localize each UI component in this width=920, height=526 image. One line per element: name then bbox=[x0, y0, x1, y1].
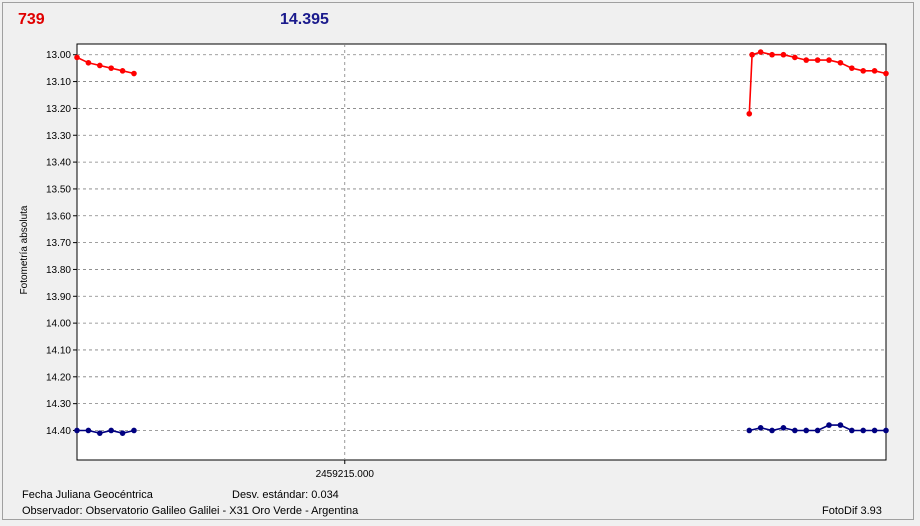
data-point bbox=[837, 422, 844, 428]
data-point bbox=[803, 57, 810, 63]
y-tick-label: 13.00 bbox=[46, 50, 71, 61]
data-point bbox=[757, 49, 764, 55]
data-point bbox=[860, 427, 867, 434]
data-point bbox=[769, 51, 775, 58]
data-point bbox=[769, 427, 775, 434]
observer-label: Observador: Observatorio Galileo Galilei… bbox=[22, 505, 359, 517]
data-point bbox=[814, 57, 821, 63]
data-point bbox=[131, 427, 137, 434]
data-point bbox=[883, 427, 889, 434]
data-point bbox=[108, 427, 114, 434]
data-point bbox=[792, 54, 798, 61]
data-point bbox=[85, 59, 92, 66]
y-tick-label: 13.10 bbox=[46, 77, 71, 88]
y-tick-label: 14.20 bbox=[46, 372, 71, 383]
data-point bbox=[826, 422, 832, 428]
data-point bbox=[746, 110, 753, 117]
y-tick-label: 14.00 bbox=[46, 319, 71, 330]
data-point bbox=[814, 427, 821, 434]
data-point bbox=[119, 430, 126, 436]
data-point bbox=[803, 427, 810, 434]
data-point bbox=[871, 427, 878, 434]
data-point bbox=[849, 427, 855, 434]
data-point bbox=[746, 427, 753, 434]
y-tick-label: 13.70 bbox=[46, 238, 71, 249]
data-point bbox=[883, 70, 889, 77]
y-tick-label: 13.60 bbox=[46, 211, 71, 222]
data-point bbox=[826, 57, 832, 63]
y-axis-label: Fotometría absoluta bbox=[19, 205, 30, 294]
data-point bbox=[780, 424, 787, 431]
data-point bbox=[74, 54, 80, 61]
std-dev-label: Desv. estándar: 0.034 bbox=[232, 489, 339, 501]
y-tick-label: 13.90 bbox=[46, 292, 71, 303]
x-axis-label: Fecha Juliana Geocéntrica bbox=[22, 489, 153, 501]
y-tick-labels: 13.00 13.10 13.20 13.30 13.40 13.50 13.60 13.70… bbox=[46, 50, 77, 437]
y-tick-label: 14.30 bbox=[46, 399, 71, 410]
data-point bbox=[96, 430, 103, 436]
data-point bbox=[780, 51, 787, 58]
y-tick-label: 14.40 bbox=[46, 426, 71, 437]
y-tick-label: 13.30 bbox=[46, 131, 71, 142]
y-tick-label: 13.40 bbox=[46, 158, 71, 169]
data-point bbox=[749, 51, 755, 58]
data-point bbox=[108, 65, 114, 71]
y-tick-label: 13.80 bbox=[46, 265, 71, 276]
data-point bbox=[849, 65, 855, 71]
y-tick-label: 13.50 bbox=[46, 184, 71, 195]
photometry-chart: 13.00 13.10 13.20 13.30 13.40 13.50 13.60 13.70… bbox=[19, 43, 889, 480]
plot-area bbox=[76, 43, 887, 461]
data-point bbox=[119, 68, 126, 74]
x-tick-label: 2459215.000 bbox=[316, 469, 375, 480]
data-point bbox=[131, 70, 137, 77]
data-point bbox=[96, 62, 103, 69]
y-tick-label: 14.10 bbox=[46, 345, 71, 356]
x-tick-labels: 2459215.000 bbox=[316, 460, 375, 480]
version-label: FotoDif 3.93 bbox=[822, 505, 882, 517]
data-point bbox=[74, 427, 80, 434]
data-point bbox=[85, 427, 92, 434]
data-point bbox=[837, 59, 844, 66]
y-tick-label: 13.20 bbox=[46, 104, 71, 115]
data-point bbox=[871, 68, 878, 74]
data-point bbox=[860, 68, 867, 74]
data-point bbox=[792, 427, 798, 434]
data-point bbox=[757, 424, 764, 431]
